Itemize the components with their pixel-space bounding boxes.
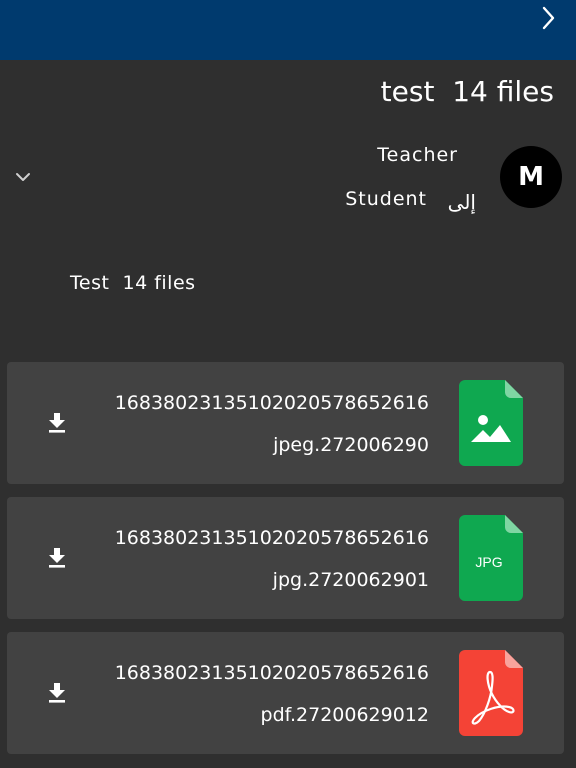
jpg-icon-label: JPG	[475, 554, 502, 570]
download-button[interactable]	[47, 547, 67, 569]
download-icon	[49, 548, 65, 568]
file-name: 16838023135102020578652616	[114, 392, 429, 414]
image-file-icon	[459, 380, 523, 466]
download-button[interactable]	[47, 682, 67, 704]
jpg-file-icon: JPG	[459, 515, 523, 601]
file-name: 16838023135102020578652616	[114, 527, 429, 549]
download-icon	[49, 683, 65, 703]
file-extension-name: jpg.2720062901	[272, 569, 429, 591]
chevron-down-icon	[16, 173, 30, 181]
forward-button[interactable]	[536, 6, 560, 30]
avatar-initial: M	[518, 162, 544, 192]
file-attachment[interactable]: 16838023135102020578652616 jpg.272006290…	[7, 497, 564, 619]
file-attachment[interactable]: 16838023135102020578652616 pdf.272006290…	[7, 632, 564, 754]
pdf-file-icon	[459, 650, 523, 736]
page: test 14 files Teacher إلى Student M Test…	[0, 0, 576, 768]
file-name: 16838023135102020578652616	[114, 662, 429, 684]
expand-button[interactable]	[12, 168, 34, 186]
recipient-name: Student	[345, 188, 427, 210]
message-body: Test 14 files	[70, 272, 196, 294]
sender-name: Teacher	[377, 144, 458, 166]
avatar[interactable]: M	[500, 146, 562, 208]
recipient-prefix: إلى	[447, 190, 476, 214]
chevron-right-icon	[542, 6, 555, 30]
download-button[interactable]	[47, 412, 67, 434]
file-extension-name: pdf.27200629012	[260, 704, 429, 726]
file-extension-name: jpeg.272006290	[273, 434, 429, 456]
message-title: test 14 files	[380, 75, 554, 108]
file-attachment[interactable]: 16838023135102020578652616 jpeg.27200629…	[7, 362, 564, 484]
download-icon	[49, 413, 65, 433]
top-app-bar	[0, 0, 576, 60]
